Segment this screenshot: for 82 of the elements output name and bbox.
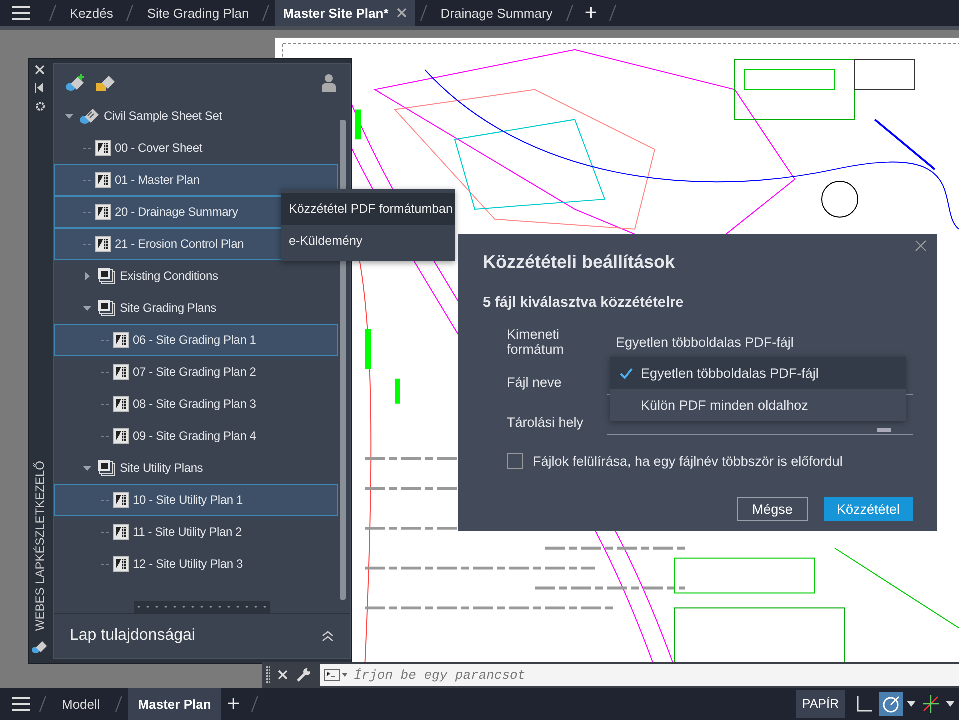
sheet-icon	[113, 396, 129, 412]
sheet-icon	[113, 332, 129, 348]
menu-item[interactable]: Közzététel PDF formátumban	[281, 193, 455, 225]
tab-separator	[418, 4, 429, 22]
tree-item[interactable]: 09 - Site Grading Plan 4	[54, 420, 338, 452]
tab-separator	[38, 695, 48, 713]
layout-tab[interactable]: Modell	[52, 688, 110, 720]
tab-separator	[125, 4, 136, 22]
tree-item[interactable]: 11 - Site Utility Plan 2	[54, 516, 338, 548]
file-tab[interactable]: Kezdés	[62, 0, 122, 26]
dropdown-option[interactable]: Egyetlen többoldalas PDF-fájl	[610, 357, 906, 389]
tree-item[interactable]: 08 - Site Grading Plan 3	[54, 388, 338, 420]
user-icon[interactable]	[322, 74, 336, 92]
new-sheet-set-icon[interactable]	[66, 74, 86, 92]
splitter-handle[interactable]	[134, 601, 270, 613]
file-tab[interactable]: Site Grading Plan	[139, 0, 258, 26]
wrench-icon[interactable]	[296, 667, 312, 683]
tab-separator	[564, 4, 575, 22]
sheet-icon	[95, 172, 111, 188]
caret-right-icon[interactable]	[83, 272, 92, 280]
sheet-icon	[113, 556, 129, 572]
tree-item[interactable]: 01 - Master Plan	[54, 164, 338, 196]
expand-icon[interactable]	[322, 630, 334, 642]
tab-separator	[114, 695, 124, 713]
file-tab[interactable]: Drainage Summary	[432, 0, 561, 26]
layout-tab[interactable]: Master Plan	[128, 688, 222, 720]
menu-icon[interactable]	[12, 697, 30, 711]
dialog-subtitle: 5 fájl kiválasztva közzétételre	[483, 295, 685, 311]
object-snap-icon[interactable]	[920, 693, 942, 715]
polar-tracking-icon[interactable]	[879, 692, 903, 716]
sheet-icon	[95, 204, 111, 220]
dropdown-option[interactable]: Külön PDF minden oldalhoz	[610, 389, 906, 421]
tab-separator	[48, 4, 58, 22]
caret-down-icon[interactable]	[946, 701, 955, 707]
tree-item[interactable]: Civil Sample Sheet Set	[54, 100, 338, 132]
close-icon[interactable]	[35, 65, 45, 75]
field-label: Fájl neve	[507, 374, 563, 390]
pin-icon[interactable]	[35, 83, 45, 93]
sheet-icon	[95, 140, 111, 156]
sheet-icon	[113, 428, 129, 444]
tab-separator	[608, 4, 618, 22]
prompt-icon[interactable]	[324, 669, 348, 681]
tree-item[interactable]: 12 - Site Utility Plan 3	[54, 548, 338, 580]
close-icon[interactable]	[396, 8, 407, 18]
sheet-icon	[113, 524, 129, 540]
subset-icon	[98, 268, 116, 284]
dialog-title: Közzétételi beállítások	[483, 252, 676, 273]
new-tab-button[interactable]: +	[578, 2, 604, 24]
tab-separator	[250, 695, 260, 713]
tree-item[interactable]: Site Utility Plans	[54, 452, 338, 484]
sheet-set-icon	[80, 107, 100, 125]
sheet-icon	[113, 492, 129, 508]
tree-item[interactable]: 10 - Site Utility Plan 1	[54, 484, 338, 516]
file-tab[interactable]: Master Site Plan*	[275, 0, 415, 26]
paper-space-button[interactable]: PAPÍR	[796, 690, 845, 718]
menu-icon[interactable]	[12, 6, 30, 20]
tree-item[interactable]: 00 - Cover Sheet	[54, 132, 338, 164]
subset-icon	[98, 460, 116, 476]
cancel-button[interactable]: Mégse	[737, 497, 808, 521]
panel-side-title: WEBES LAPKÉSZLETKEZELŐ	[33, 460, 47, 631]
sheet-set-icon	[32, 639, 48, 655]
tree-item[interactable]: Site Grading Plans	[54, 292, 338, 324]
checkbox-label: Fájlok felülírása, ha egy fájlnév többször is előfordul	[533, 454, 843, 468]
field-label: Tárolási hely	[507, 414, 585, 430]
command-field[interactable]: Írjon be egy parancsot	[320, 664, 959, 686]
field-label: Kimeneti formátum	[507, 327, 566, 357]
tab-separator	[261, 4, 272, 22]
open-sheet-set-icon[interactable]	[96, 74, 116, 92]
checkbox[interactable]	[507, 453, 523, 469]
sheet-icon	[113, 364, 129, 380]
sheet-icon	[95, 236, 111, 252]
tree-item[interactable]: 07 - Site Grading Plan 2	[54, 356, 338, 388]
section-title: Lap tulajdonságai	[70, 627, 196, 645]
check-icon	[620, 368, 633, 378]
tree-item[interactable]: Existing Conditions	[54, 260, 338, 292]
browse-icon[interactable]	[877, 428, 891, 432]
new-layout-button[interactable]: +	[221, 693, 246, 715]
settings-icon[interactable]	[34, 101, 46, 112]
subset-icon	[98, 300, 116, 316]
tree-item[interactable]: 06 - Site Grading Plan 1	[54, 324, 338, 356]
grip-handle[interactable]	[266, 666, 270, 684]
caret-down-icon[interactable]	[907, 701, 916, 707]
